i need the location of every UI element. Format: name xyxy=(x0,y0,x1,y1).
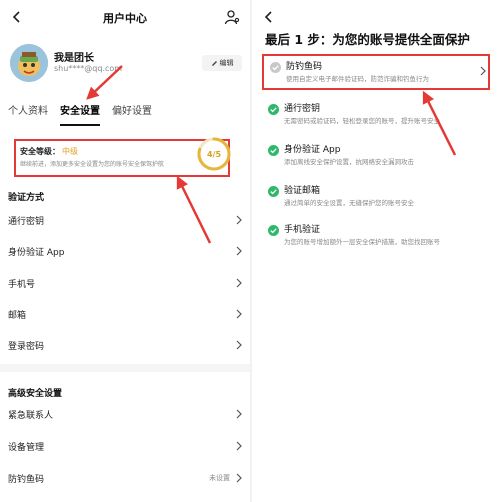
chevron-right-icon xyxy=(236,215,242,225)
option-name: 身份验证 App xyxy=(284,145,341,155)
section-divider xyxy=(0,364,250,372)
row-status-value: 未设置 xyxy=(209,474,230,482)
security-level-label: 安全等级： xyxy=(20,147,60,156)
row-phone[interactable]: 手机号 xyxy=(8,275,242,293)
edit-label: 编辑 xyxy=(219,59,234,67)
top-bar: 用户中心 xyxy=(0,0,250,34)
nickname: 我是团长 xyxy=(54,53,94,64)
option-name: 防钓鱼码 xyxy=(286,62,323,72)
user-settings-icon[interactable] xyxy=(224,9,240,25)
security-level-description: 继续前进，添加更多安全设置为您的账号安全保驾护航 xyxy=(20,161,165,168)
tab-security[interactable]: 安全设置 xyxy=(60,100,100,126)
pending-check-icon xyxy=(270,62,281,73)
row-label: 登录密码 xyxy=(8,342,45,352)
edit-profile-button[interactable]: 编辑 xyxy=(202,55,242,71)
option-anti-phishing-code[interactable]: 防钓鱼码 使用自定义电子邮件验证码，防范诈骗和钓鱼行为 xyxy=(262,54,490,90)
check-circle-icon xyxy=(268,225,279,236)
row-label: 身份验证 App xyxy=(8,248,65,258)
avatar-image xyxy=(10,44,48,82)
row-authenticator-app[interactable]: 身份验证 App xyxy=(8,243,242,261)
row-label: 紧急联系人 xyxy=(8,411,54,421)
tab-preferences[interactable]: 偏好设置 xyxy=(112,100,152,122)
option-phone-verify: 手机验证 为您的账号增加额外一层安全保护措施，助您找回账号 xyxy=(262,219,490,255)
row-emergency-contact[interactable]: 紧急联系人 xyxy=(8,406,242,424)
user-center-panel: 用户中心 我是团长 shu****@qq.com 编辑 个人资料 安全设置 偏好… xyxy=(0,0,250,502)
option-description: 使用自定义电子邮件验证码，防范诈骗和钓鱼行为 xyxy=(286,75,429,83)
chevron-right-icon xyxy=(236,340,242,350)
chevron-right-icon xyxy=(236,278,242,288)
check-circle-icon xyxy=(268,186,279,197)
security-score-ring: 4/5 xyxy=(197,137,231,171)
option-description: 为您的账号增加额外一层安全保护措施，助您找回账号 xyxy=(284,238,440,246)
row-login-password[interactable]: 登录密码 xyxy=(8,337,242,355)
user-email: shu****@qq.com xyxy=(54,64,123,73)
chevron-right-icon xyxy=(236,246,242,256)
option-description: 无需密码或验证码，轻松登录您的账号，提升账号安全 xyxy=(284,117,440,125)
row-label: 邮箱 xyxy=(8,311,27,321)
option-name: 手机验证 xyxy=(284,225,321,235)
security-score-text: 4/5 xyxy=(207,150,221,159)
protection-steps-panel: 最后 1 步：为您的账号提供全面保护 防钓鱼码 使用自定义电子邮件验证码，防范诈… xyxy=(252,0,500,502)
chevron-right-icon xyxy=(236,441,242,451)
option-name: 验证邮箱 xyxy=(284,186,321,196)
back-arrow-icon[interactable] xyxy=(262,9,276,25)
row-passkey[interactable]: 通行密钥 xyxy=(8,212,242,230)
row-email[interactable]: 邮箱 xyxy=(8,306,242,324)
row-label: 通行密钥 xyxy=(8,217,45,227)
chevron-right-icon xyxy=(236,473,242,483)
chevron-right-icon xyxy=(236,409,242,419)
option-authenticator-app: 身份验证 App 添加离线安全保护设置，抗网络安全漏洞攻击 xyxy=(262,139,490,175)
row-label: 设备管理 xyxy=(8,443,45,453)
check-circle-icon xyxy=(268,145,279,156)
edit-icon xyxy=(211,60,217,66)
avatar[interactable] xyxy=(10,44,48,82)
row-label: 手机号 xyxy=(8,280,36,290)
security-level-value: 中级 xyxy=(62,147,78,156)
step-heading: 最后 1 步：为您的账号提供全面保护 xyxy=(265,32,470,47)
row-anti-phishing-code[interactable]: 防钓鱼码 未设置 xyxy=(8,470,242,488)
option-verify-email: 验证邮箱 通过简单的安全设置，无缝保护您的账号安全 xyxy=(262,180,490,216)
row-device-management[interactable]: 设备管理 xyxy=(8,438,242,456)
settings-tabs: 个人资料 安全设置 偏好设置 xyxy=(8,100,152,126)
page-title: 用户中心 xyxy=(103,12,147,25)
security-level: 安全等级： 中级 xyxy=(20,146,78,157)
check-circle-icon xyxy=(268,104,279,115)
row-label: 防钓鱼码 xyxy=(8,475,45,485)
option-passkey: 通行密钥 无需密码或验证码，轻松登录您的账号，提升账号安全 xyxy=(262,98,490,134)
chevron-right-icon xyxy=(236,309,242,319)
verify-section-title: 验证方式 xyxy=(8,193,45,203)
option-name: 通行密钥 xyxy=(284,104,321,114)
advanced-section-title: 高级安全设置 xyxy=(8,389,63,399)
option-description: 通过简单的安全设置，无缝保护您的账号安全 xyxy=(284,199,414,207)
chevron-right-icon xyxy=(480,66,486,76)
option-description: 添加离线安全保护设置，抗网络安全漏洞攻击 xyxy=(284,158,414,166)
tab-profile[interactable]: 个人资料 xyxy=(8,100,48,122)
